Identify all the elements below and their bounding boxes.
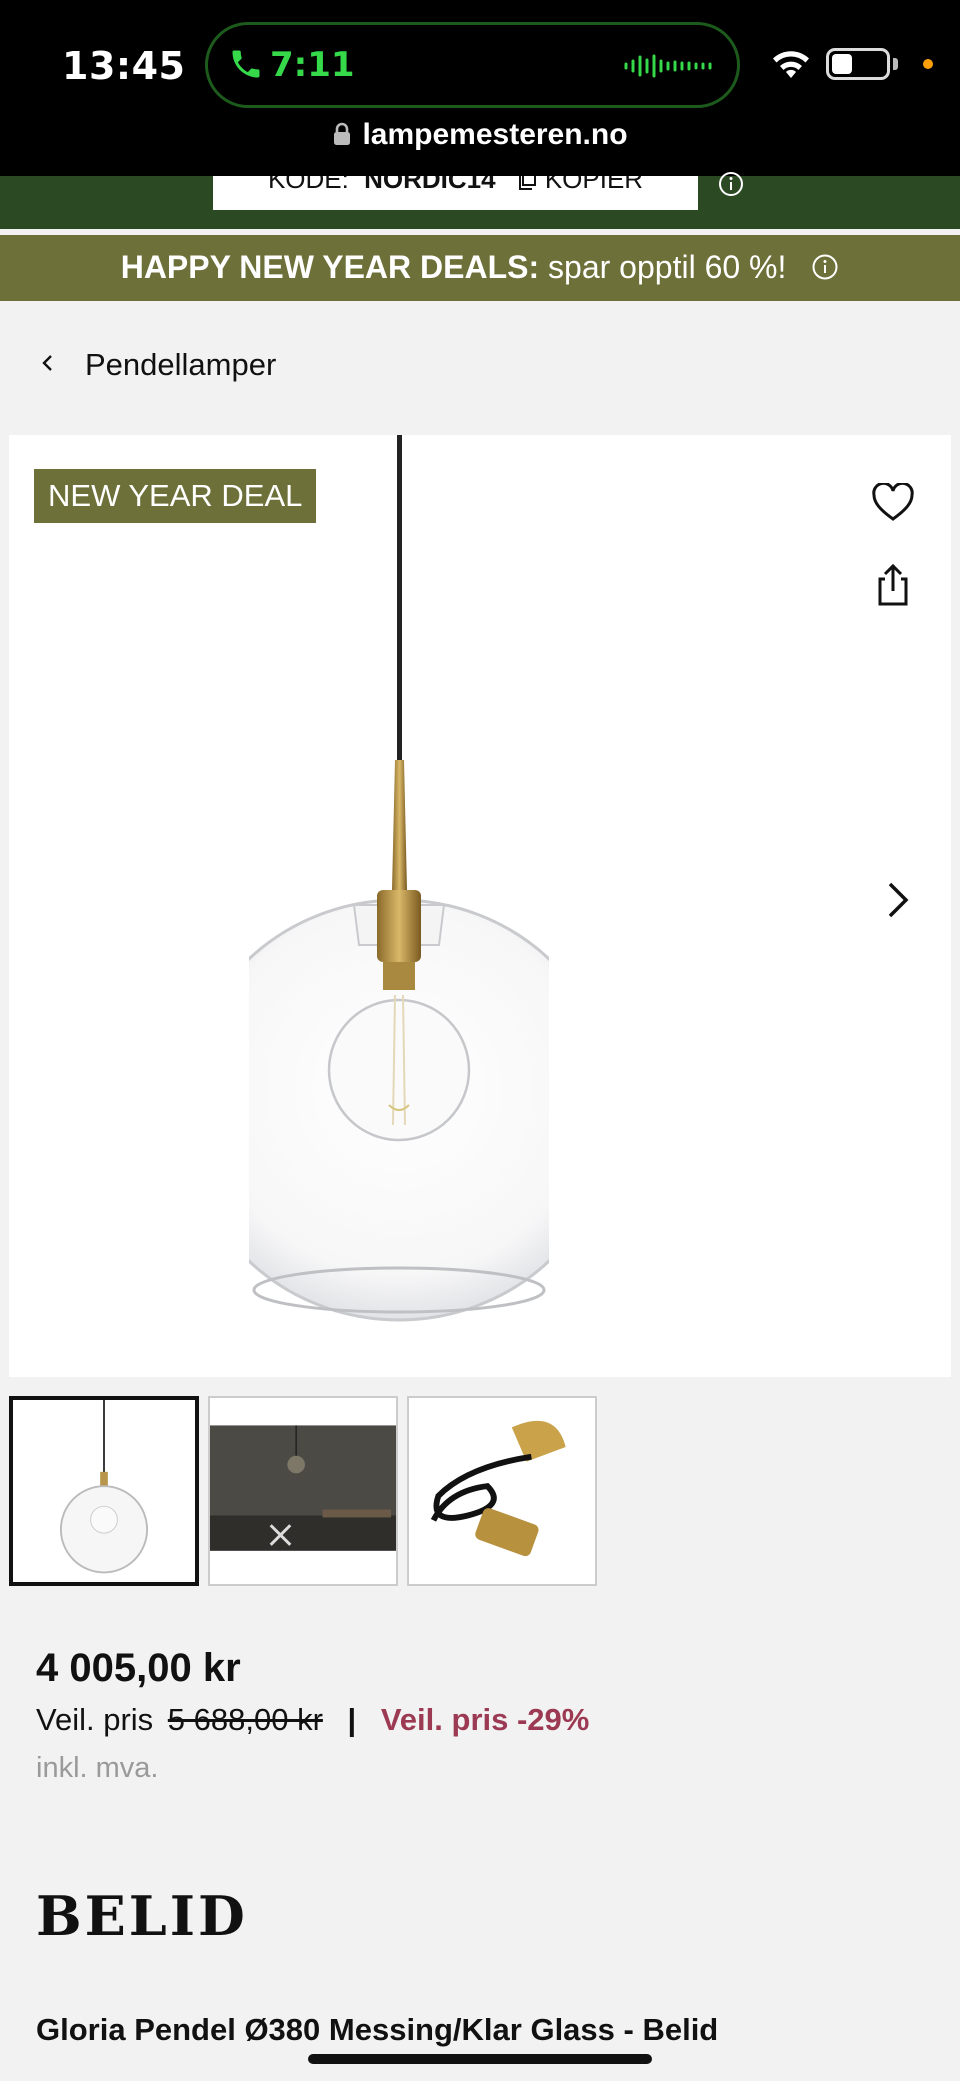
discount-code: NORDIC14 (364, 176, 496, 194)
divider (0, 229, 960, 233)
chevron-right-icon[interactable] (885, 880, 911, 920)
copy-label: KOPIER (544, 176, 644, 194)
thumbnail-cord-set-image (409, 1398, 595, 1584)
code-label: KODE: (267, 176, 349, 194)
promo-bar[interactable]: HAPPY NEW YEAR DEALS: spar opptil 60 %! (0, 235, 960, 301)
share-icon[interactable] (875, 563, 911, 607)
home-indicator[interactable] (308, 2054, 652, 2064)
info-icon[interactable] (811, 253, 839, 281)
product-image[interactable]: NEW YEAR DEAL (9, 435, 951, 1377)
heart-icon[interactable] (871, 483, 915, 523)
lock-icon (334, 122, 351, 145)
audio-waveform-icon (624, 54, 712, 78)
discount-code-banner: KODE: NORDIC14 KOPIER (0, 172, 960, 230)
address-bar[interactable]: lampemesteren.no (0, 118, 960, 152)
thumbnail-room-image (210, 1398, 396, 1584)
copy-code-button[interactable]: KOPIER (517, 176, 643, 194)
url-text: lampemesteren.no (362, 118, 628, 151)
call-duration: 7:11 (270, 45, 355, 85)
pendant-lamp-image (249, 435, 549, 1322)
battery-icon (826, 48, 890, 80)
vat-note: inkl. mva. (36, 1752, 159, 1784)
status-bar: 13:45 7:11 lampemesteren.no (0, 0, 960, 176)
thumbnail-2[interactable] (208, 1396, 398, 1586)
brand-logo[interactable]: BELID (36, 1884, 248, 1948)
breadcrumb-label: Pendellamper (85, 347, 277, 382)
status-time: 13:45 (62, 44, 186, 88)
thumbnail-1[interactable] (9, 1396, 199, 1586)
discount-code-box: KODE: NORDIC14 KOPIER (213, 176, 698, 210)
info-icon[interactable] (717, 170, 745, 198)
promo-text: spar opptil 60 %! (548, 249, 787, 285)
discount-label: Veil. pris -29% (380, 1702, 590, 1737)
product-title: Gloria Pendel Ø380 Messing/Klar Glass - … (36, 2012, 719, 2047)
privacy-indicator-dot (923, 59, 933, 69)
promo-title: HAPPY NEW YEAR DEALS: (120, 249, 540, 285)
phone-icon (232, 50, 260, 78)
active-call-pill[interactable]: 7:11 (205, 22, 740, 108)
product-price: 4 005,00 kr (36, 1646, 241, 1690)
recommended-price-line: Veil. pris 5 688,00 kr | Veil. pris -29% (36, 1702, 589, 1738)
battery-tip (893, 58, 898, 70)
rrp-label: Veil. pris (36, 1702, 154, 1737)
price-separator: | (347, 1702, 357, 1737)
new-year-deal-badge: NEW YEAR DEAL (34, 469, 317, 523)
chevron-left-icon (42, 355, 52, 371)
wifi-icon (773, 51, 809, 78)
copy-icon (518, 176, 536, 190)
thumbnail-3[interactable] (407, 1396, 597, 1586)
rrp-value: 5 688,00 kr (167, 1702, 323, 1737)
thumbnail-lamp-image (13, 1400, 195, 1582)
